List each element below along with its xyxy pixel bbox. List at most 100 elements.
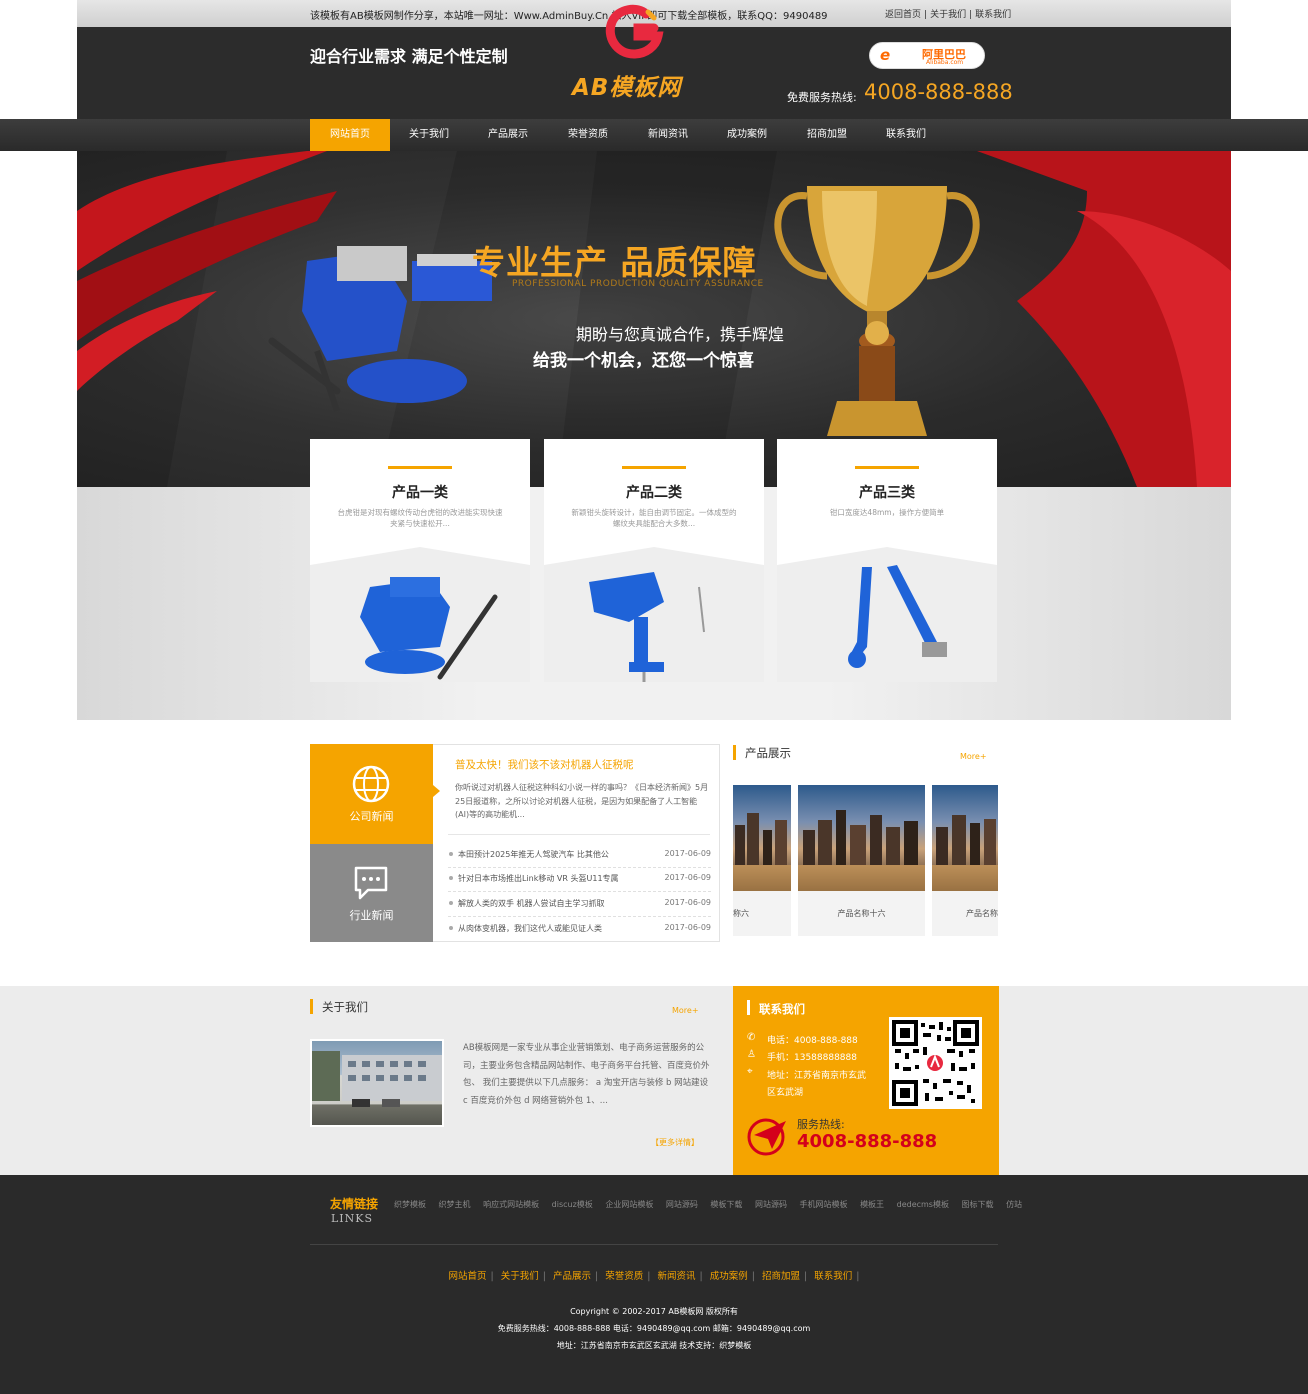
banner-title-en: PROFESSIONAL PRODUCTION QUALITY ASSURANC… [512,279,764,289]
friend-link[interactable]: 响应式网站模板 [483,1200,539,1209]
friend-link[interactable]: 模板下载 [710,1200,742,1209]
category-desc: 钳口宽度达48mm，操作方便简单 [829,508,945,517]
product-image[interactable] [798,785,925,891]
category-image[interactable] [310,547,530,682]
category-image[interactable] [544,547,764,682]
footer-divider [310,1244,998,1245]
tab-company-news[interactable]: 公司新闻 [310,744,433,844]
footer-nav-contact[interactable]: 联系我们 [814,1271,852,1282]
service-hotline-label: 服务热线: [797,1118,845,1131]
nav-item-cases[interactable]: 成功案例 [707,119,787,151]
footer-copyright: Copyright © 2002-2017 AB模板网 版权所有 [570,1307,738,1316]
logo-icon[interactable] [604,4,664,62]
news-item-title[interactable]: 解放人类的双手 机器人尝试自主学习抓取 [458,898,605,909]
news-summary: 你听说过对机器人征税这种科幻小说一样的事吗？《日本经济新闻》5月25日报道称，之… [455,783,709,819]
company-building-image[interactable] [310,1039,444,1127]
news-item-title[interactable]: 针对日本市场推出Link移动 VR 头盔U11专属 [458,873,619,884]
nav-item-about[interactable]: 关于我们 [389,119,469,151]
section-accent-bar [310,999,313,1014]
footer-nav: 网站首页 | 关于我们 | 产品展示 | 荣誉资质 | 新闻资讯 | 成功案例 | 招商加盟… [448,1271,860,1282]
friend-link[interactable]: 企业网站模板 [605,1200,653,1209]
nav-item-join[interactable]: 招商加盟 [787,119,867,151]
category-title[interactable]: 产品二类 [544,482,764,502]
tab-company-news-label: 公司新闻 [349,810,394,823]
footer-nav-about[interactable]: 关于我们 [501,1271,539,1282]
top-link-about[interactable]: 关于我们 [930,10,966,20]
friend-link[interactable]: 网站源码 [666,1200,698,1209]
contact-heading: 联系我们 [759,1002,805,1016]
tab-industry-news[interactable]: 行业新闻 [310,844,433,942]
category-desc: 台虎钳是对现有螺纹传动台虎钳的改进能实现快速夹紧与快速松开... [337,508,503,528]
product-image[interactable] [932,785,998,891]
top-links: 返回首页 | 关于我们 | 联系我们 [885,10,1012,20]
category-accent-bar [388,466,452,469]
nav-item-home[interactable]: 网站首页 [310,119,390,151]
contact-mobile: 手机：13588888888 [767,1053,857,1063]
alibaba-icon: e [880,46,891,64]
friend-link[interactable]: 图标下载 [962,1200,994,1209]
footer-nav-home[interactable]: 网站首页 [449,1271,487,1282]
banner-title: 专业生产 品质保障 [472,243,757,282]
friend-links-title-en: LINKS [331,1212,374,1225]
footer-nav-news[interactable]: 新闻资讯 [658,1271,696,1282]
product-label[interactable]: 称六 [733,891,791,936]
friend-link[interactable]: discuz模板 [552,1200,593,1209]
news-headline[interactable]: 普及太快！我们该不该对机器人征税呢 [455,757,634,772]
category-title[interactable]: 产品一类 [310,482,530,502]
news-item-date: 2017-06-09 [664,849,712,858]
friend-link[interactable]: 织梦模板 [394,1200,426,1209]
product-image[interactable] [733,785,791,891]
products-heading: 产品展示 [745,746,791,760]
nav-item-products[interactable]: 产品展示 [468,119,548,151]
category-card-3[interactable]: 产品三类 钳口宽度达48mm，操作方便简单 [777,439,997,682]
section-accent-bar [733,745,736,760]
news-item-date: 2017-06-09 [664,873,712,882]
product-label[interactable]: 产品名称 [932,891,998,936]
news-list-item[interactable]: 从肉体变机器，我们这代人或能见证人类 2017-06-09 [448,918,711,942]
category-title[interactable]: 产品三类 [777,482,997,502]
top-link-home[interactable]: 返回首页 [885,10,921,20]
friend-links: 织梦模板 织梦主机 响应式网站模板 discuz模板 企业网站模板 网站源码 模… [394,1199,1022,1210]
about-more-link[interactable]: More+ [672,1006,699,1015]
person-icon: ♙ [747,1049,756,1060]
nav-item-news[interactable]: 新闻资讯 [628,119,708,151]
footer-nav-honors[interactable]: 荣誉资质 [605,1271,643,1282]
location-pin-icon: ⌖ [747,1066,753,1077]
friend-link[interactable]: 模板王 [860,1200,884,1209]
footer-nav-cases[interactable]: 成功案例 [710,1271,748,1282]
contact-address-1: 地址：江苏省南京市玄武 [767,1071,867,1081]
chat-icon [354,866,388,900]
friend-link[interactable]: dedecms模板 [897,1200,949,1209]
nav-item-contact[interactable]: 联系我们 [866,119,946,151]
about-detail-link[interactable]: 【更多详情】 [651,1137,699,1148]
friend-link[interactable]: 手机网站模板 [800,1200,848,1209]
paper-plane-icon [747,1118,786,1156]
bullet-icon [449,926,453,930]
news-list-item[interactable]: 解放人类的双手 机器人尝试自主学习抓取 2017-06-09 [448,893,711,917]
friend-link[interactable]: 织梦主机 [439,1200,471,1209]
site-notice: 该模板有AB模板网制作分享，本站唯一网址：Www.AdminBuy.Cn 加入V… [310,11,828,22]
logo-text[interactable]: AB模板网 [572,68,681,102]
product-label[interactable]: 产品名称十六 [798,891,925,936]
news-item-title[interactable]: 从肉体变机器，我们这代人或能见证人类 [458,923,602,934]
tab-pointer [433,785,440,797]
bullet-icon [449,901,453,905]
top-link-contact[interactable]: 联系我们 [975,10,1011,20]
category-image[interactable] [777,547,997,682]
tab-industry-news-label: 行业新闻 [349,909,394,922]
news-list-item[interactable]: 本田预计2025年推无人驾驶汽车 比其他公 2017-06-09 [448,844,711,868]
footer-nav-join[interactable]: 招商加盟 [762,1271,800,1282]
news-list-item[interactable]: 针对日本市场推出Link移动 VR 头盔U11专属 2017-06-09 [448,868,711,892]
friend-link[interactable]: 仿站 [1006,1200,1022,1209]
about-text: AB模板网是一家专业从事企业营销策划、电子商务运营服务的公司，主要业务包含精品网… [463,1043,710,1106]
footer-nav-products[interactable]: 产品展示 [553,1271,591,1282]
globe-icon [352,765,390,803]
friend-link[interactable]: 网站源码 [755,1200,787,1209]
category-card-1[interactable]: 产品一类 台虎钳是对现有螺纹传动台虎钳的改进能实现快速夹紧与快速松开... [310,439,530,682]
bullet-icon [449,876,453,880]
nav-item-honors[interactable]: 荣誉资质 [548,119,628,151]
banner-subtitle-2: 给我一个机会，还您一个惊喜 [533,351,754,371]
category-card-2[interactable]: 产品二类 新颖钳头旋转设计，能自由调节固定。一体成型的螺纹夹具能配合大多数... [544,439,764,682]
products-more-link[interactable]: More+ [960,752,987,761]
news-item-title[interactable]: 本田预计2025年推无人驾驶汽车 比其他公 [458,849,609,860]
